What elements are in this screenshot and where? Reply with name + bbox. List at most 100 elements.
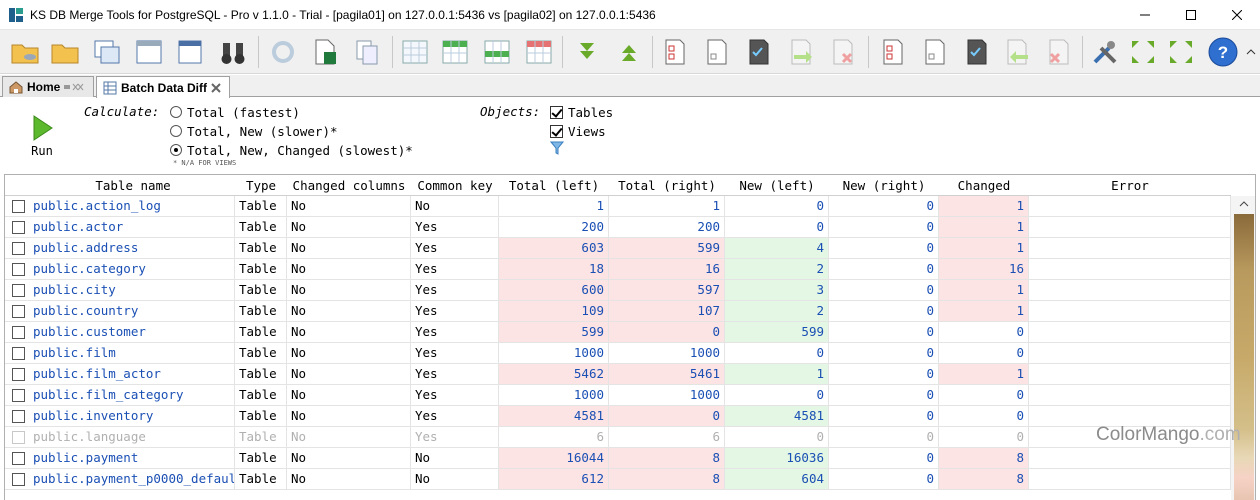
row-select-checkbox[interactable]: [11, 346, 25, 360]
cell-table-name[interactable]: public.address: [31, 238, 235, 258]
radio-button[interactable]: [170, 144, 182, 156]
tab-home[interactable]: Home: [2, 76, 94, 97]
cell-table-name[interactable]: public.film_actor: [31, 364, 235, 384]
table-row[interactable]: public.language Table No Yes 6 6 0 0 0: [5, 427, 1231, 448]
prev-difference-button[interactable]: [612, 35, 646, 69]
deselect-right-button[interactable]: [918, 35, 952, 69]
row-checkbox[interactable]: [5, 469, 31, 489]
refresh-button[interactable]: [266, 35, 300, 69]
row-select-checkbox[interactable]: [11, 241, 25, 255]
table-row[interactable]: public.actor Table No Yes 200 200 0 0 1: [5, 217, 1231, 238]
merge-left-button[interactable]: [1000, 35, 1034, 69]
view-new-left-button[interactable]: [438, 35, 472, 69]
row-select-checkbox[interactable]: [11, 430, 25, 444]
table-row[interactable]: public.inventory Table No Yes 4581 0 4581 0 0: [5, 406, 1231, 427]
row-checkbox[interactable]: [5, 385, 31, 405]
checkbox[interactable]: [550, 105, 563, 119]
vertical-scrollbar[interactable]: [1231, 196, 1255, 500]
open-left-button[interactable]: [8, 35, 42, 69]
row-checkbox[interactable]: [5, 196, 31, 216]
minimize-button[interactable]: [1122, 0, 1168, 30]
row-select-checkbox[interactable]: [11, 325, 25, 339]
pin-close-icon[interactable]: [64, 82, 84, 92]
table-row[interactable]: public.payment Table No No 16044 8 16036 0 8: [5, 448, 1231, 469]
row-select-checkbox[interactable]: [11, 451, 25, 465]
view-new-right-button[interactable]: [480, 35, 514, 69]
compare-tables-button[interactable]: [90, 35, 124, 69]
radio-button[interactable]: [170, 125, 182, 137]
cell-table-name[interactable]: public.film: [31, 343, 235, 363]
scroll-up-button[interactable]: [1231, 196, 1255, 212]
row-select-checkbox[interactable]: [11, 472, 25, 486]
row-select-checkbox[interactable]: [11, 367, 25, 381]
toolbar-overflow-button[interactable]: [1246, 46, 1256, 56]
table-row[interactable]: public.address Table No Yes 603 599 4 0 1: [5, 238, 1231, 259]
close-icon[interactable]: [211, 82, 221, 93]
table-row[interactable]: public.country Table No Yes 109 107 2 0 1: [5, 301, 1231, 322]
close-button[interactable]: [1214, 0, 1260, 30]
merge-right-button[interactable]: [784, 35, 818, 69]
view-all-button[interactable]: [398, 35, 432, 69]
column-header-type[interactable]: Type: [235, 175, 287, 196]
table-row[interactable]: public.payment_p0000_default Table No No 612…: [5, 469, 1231, 490]
column-header-total-left[interactable]: Total (left): [499, 175, 609, 196]
cell-table-name[interactable]: public.actor: [31, 217, 235, 237]
delete-left-button[interactable]: [1042, 35, 1076, 69]
row-checkbox[interactable]: [5, 301, 31, 321]
table-row[interactable]: public.customer Table No Yes 599 0 599 0 0: [5, 322, 1231, 343]
cell-table-name[interactable]: public.city: [31, 280, 235, 300]
table-row[interactable]: public.action_log Table No No 1 1 0 0 1: [5, 196, 1231, 217]
cell-table-name[interactable]: public.country: [31, 301, 235, 321]
find-button[interactable]: [216, 35, 250, 69]
next-difference-button[interactable]: [570, 35, 604, 69]
radio-total-new[interactable]: Total, New (slower)*: [170, 122, 338, 140]
tools-button[interactable]: [1088, 35, 1122, 69]
expand-all-button[interactable]: [1164, 35, 1198, 69]
select-right-button[interactable]: [876, 35, 910, 69]
row-select-checkbox[interactable]: [11, 220, 25, 234]
checkbox[interactable]: [550, 124, 563, 138]
row-select-checkbox[interactable]: [11, 262, 25, 276]
cell-table-name[interactable]: public.customer: [31, 322, 235, 342]
scrollbar-overview-track[interactable]: [1234, 214, 1254, 500]
cell-table-name[interactable]: public.payment: [31, 448, 235, 468]
maximize-button[interactable]: [1168, 0, 1214, 30]
row-checkbox[interactable]: [5, 448, 31, 468]
run-button[interactable]: Run: [24, 112, 60, 160]
row-select-checkbox[interactable]: [11, 388, 25, 402]
row-checkbox[interactable]: [5, 343, 31, 363]
table-row[interactable]: public.film_actor Table No Yes 5462 5461 1 0 1: [5, 364, 1231, 385]
radio-button[interactable]: [170, 106, 182, 118]
export-excel-button[interactable]: [308, 35, 342, 69]
row-checkbox[interactable]: [5, 280, 31, 300]
radio-total[interactable]: Total (fastest): [170, 103, 300, 121]
delete-right-button[interactable]: [826, 35, 860, 69]
tab-batch-data-diff[interactable]: Batch Data Diff: [96, 76, 230, 98]
cell-table-name[interactable]: public.film_category: [31, 385, 235, 405]
row-checkbox[interactable]: [5, 217, 31, 237]
column-header-new-right[interactable]: New (right): [829, 175, 939, 196]
select-all-right-button[interactable]: [960, 35, 994, 69]
filter-icon[interactable]: [550, 141, 564, 155]
cell-table-name[interactable]: public.inventory: [31, 406, 235, 426]
row-checkbox[interactable]: [5, 238, 31, 258]
cell-table-name[interactable]: public.category: [31, 259, 235, 279]
deselect-left-button[interactable]: [700, 35, 734, 69]
table-row[interactable]: public.film Table No Yes 1000 1000 0 0 0: [5, 343, 1231, 364]
copy-button[interactable]: [350, 35, 384, 69]
checkbox-views[interactable]: Views: [550, 122, 606, 140]
row-select-checkbox[interactable]: [11, 283, 25, 297]
table-row[interactable]: public.city Table No Yes 600 597 3 0 1: [5, 280, 1231, 301]
column-header-table-name[interactable]: Table name: [31, 175, 235, 196]
row-checkbox[interactable]: [5, 322, 31, 342]
select-all-button[interactable]: [742, 35, 776, 69]
cell-table-name[interactable]: public.payment_p0000_default: [31, 469, 235, 489]
row-checkbox[interactable]: [5, 427, 31, 447]
select-query-button[interactable]: [132, 35, 166, 69]
table-row[interactable]: public.film_category Table No Yes 1000 1000 0 0…: [5, 385, 1231, 406]
row-checkbox[interactable]: [5, 364, 31, 384]
column-header-common-key[interactable]: Common key: [411, 175, 499, 196]
cell-table-name[interactable]: public.language: [31, 427, 235, 447]
radio-total-new-changed[interactable]: Total, New, Changed (slowest)*: [170, 141, 413, 159]
row-checkbox[interactable]: [5, 406, 31, 426]
